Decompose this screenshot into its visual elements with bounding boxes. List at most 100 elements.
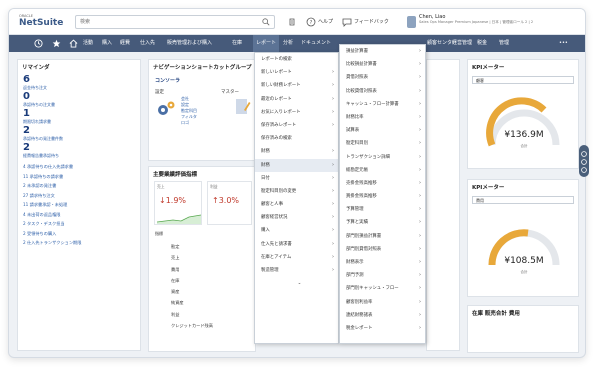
- help-icon[interactable]: ?: [306, 17, 316, 27]
- kpi-row[interactable]: 純資産: [171, 297, 213, 308]
- menu-item[interactable]: 財務 ›: [255, 145, 338, 158]
- home-icon[interactable]: [68, 38, 79, 49]
- reminder-link[interactable]: 11 請求書承認・未処理: [18, 200, 140, 210]
- submenu-item[interactable]: 売掛金残高推移 ›: [340, 177, 425, 190]
- submenu-item[interactable]: 部門予測 ›: [340, 269, 425, 282]
- submenu-item[interactable]: 連結財務諸表 ›: [340, 309, 425, 322]
- menu-item[interactable]: 仕入先と請求書 ›: [255, 238, 338, 251]
- menu-item[interactable]: 最近のレポート ›: [255, 93, 338, 106]
- submenu-item[interactable]: 部門別貸借対照表 ›: [340, 243, 425, 256]
- nav-purchases[interactable]: 購入: [102, 35, 112, 52]
- kpi-card-sales[interactable]: 売上 ↓1.9%: [154, 181, 202, 225]
- chevron-right-icon: ›: [332, 161, 334, 168]
- search-icon[interactable]: [262, 18, 270, 26]
- menu-item[interactable]: お気に入りレポート ›: [255, 106, 338, 119]
- submenu-item[interactable]: 勘定科目別 ›: [340, 137, 425, 150]
- menu-item[interactable]: 保存済みレポート ›: [255, 119, 338, 132]
- submenu-item[interactable]: 貸借対照表 ›: [340, 71, 425, 84]
- submenu-item[interactable]: 部門別キャッシュ・フロー ›: [340, 282, 425, 295]
- reminder-link[interactable]: 11 承認待ちの請求書: [18, 172, 140, 182]
- nav-inventory[interactable]: 在庫: [232, 35, 242, 52]
- reminder-link[interactable]: 4 未出荷の返品権限: [18, 210, 140, 220]
- favorites-star-icon[interactable]: [51, 38, 62, 49]
- nav-expenses[interactable]: 経費: [120, 35, 130, 52]
- menu-item[interactable]: 顧客経営状況 ›: [255, 211, 338, 224]
- gauge-chart: [486, 97, 560, 147]
- user-avatar[interactable]: [407, 16, 416, 28]
- kpi-row[interactable]: 利益: [171, 309, 213, 320]
- kpi-row[interactable]: 費用: [171, 264, 213, 275]
- submenu-item[interactable]: 予算と実績 ›: [340, 216, 425, 229]
- search-input[interactable]: [76, 16, 251, 28]
- reminder-item[interactable]: 6 返金待ち注文: [18, 74, 140, 91]
- nav-activities[interactable]: 活動: [83, 35, 93, 52]
- shortcut-link[interactable]: ロゴ: [181, 120, 197, 126]
- submenu-item[interactable]: 財務比率 ›: [340, 111, 425, 124]
- nav-sales-purchase[interactable]: 販売管理および購入: [167, 35, 212, 52]
- kpi-meter-select[interactable]: 顧客: [472, 76, 574, 84]
- kpi-row[interactable]: 在庫: [171, 275, 213, 286]
- menu-item[interactable]: 在庫とアイテム ›: [255, 251, 338, 264]
- submenu-item[interactable]: トランザクション詳細 ›: [340, 151, 425, 164]
- submenu-item[interactable]: 比較貸借対照表 ›: [340, 85, 425, 98]
- submenu-item[interactable]: 買掛金残高推移 ›: [340, 190, 425, 203]
- chevron-down-icon[interactable]: ⌄: [255, 277, 338, 290]
- menu-item[interactable]: 保存済みの検索: [255, 132, 338, 145]
- nav-documents[interactable]: ドキュメント: [301, 35, 331, 52]
- nav-analytics[interactable]: 分析: [283, 35, 293, 52]
- submenu-item[interactable]: 予算管理 ›: [340, 203, 425, 216]
- reminder-link[interactable]: 2 仕入先トランザクション期限: [18, 238, 140, 248]
- nav-management[interactable]: 経営管理: [452, 35, 472, 52]
- menu-item[interactable]: 購入 ›: [255, 224, 338, 237]
- submenu-item[interactable]: 比較損益計算書 ›: [340, 58, 425, 71]
- side-tools-icon[interactable]: [579, 145, 589, 177]
- submenu-item[interactable]: 部門別損益計算書 ›: [340, 230, 425, 243]
- reminder-link[interactable]: 27 請求待ち注文: [18, 191, 140, 201]
- reminder-item[interactable]: 1 期限切れ請求書: [18, 108, 140, 125]
- submenu-item[interactable]: 試算表 ›: [340, 124, 425, 137]
- menu-item[interactable]: 製造管理 ›: [255, 264, 338, 277]
- reminder-item[interactable]: 2 経費報告書承認待ち: [18, 142, 140, 159]
- reminder-link[interactable]: 2 未承認の発注書: [18, 181, 140, 191]
- menu-item[interactable]: 勘定科目別の変更 ›: [255, 185, 338, 198]
- history-icon[interactable]: [33, 38, 44, 49]
- reminder-item[interactable]: 0 承認待ちの注文書: [18, 91, 140, 108]
- reminder-link[interactable]: 4 承認待ちの仕入先請求書: [18, 162, 140, 172]
- menu-item[interactable]: 新しい財務レポート ›: [255, 79, 338, 92]
- svg-text:?: ?: [310, 20, 313, 26]
- kpi-row[interactable]: 勘定: [171, 241, 213, 252]
- kpi-row[interactable]: クレジットカード残高: [171, 320, 213, 331]
- kpi-row[interactable]: 売上: [171, 252, 213, 263]
- chevron-right-icon: ›: [332, 121, 334, 128]
- reminder-link[interactable]: 2 タスク・デスク担当: [18, 219, 140, 229]
- side-toolbar[interactable]: [579, 145, 589, 177]
- nav-vendors[interactable]: 仕入先: [140, 35, 155, 52]
- netsuite-logo[interactable]: ORACLE NetSuite: [19, 14, 71, 30]
- feedback-icon[interactable]: [342, 17, 352, 27]
- submenu-item[interactable]: 顧客別利益率 ›: [340, 296, 425, 309]
- reminder-link[interactable]: 2 受領待ちの購入: [18, 229, 140, 239]
- reminder-item[interactable]: 2 承認待ちの発注書件数: [18, 125, 140, 142]
- menu-item[interactable]: 日付 ›: [255, 172, 338, 185]
- nav-admin[interactable]: 管理: [499, 35, 509, 52]
- submenu-item[interactable]: 総勘定元帳 ›: [340, 164, 425, 177]
- nav-more[interactable]: •••: [559, 35, 568, 52]
- global-search[interactable]: [75, 15, 275, 29]
- menu-item[interactable]: レポートの検索: [255, 53, 338, 66]
- menu-item[interactable]: 新しいレポート ›: [255, 66, 338, 79]
- submenu-item[interactable]: 損益計算書 ›: [340, 45, 425, 58]
- menu-item-financial-active[interactable]: 財務 ›: [255, 158, 338, 172]
- kpi-meter-select[interactable]: 費用: [472, 196, 574, 204]
- kpi-row[interactable]: 資産: [171, 286, 213, 297]
- menu-item[interactable]: 顧客と人事 ›: [255, 198, 338, 211]
- kpi-card-profit[interactable]: 利益 ↑3.0%: [207, 181, 252, 225]
- submenu-item[interactable]: キャッシュ・フロー計算書 ›: [340, 98, 425, 111]
- feedback-link[interactable]: フィードバック: [354, 18, 389, 25]
- nav-reports[interactable]: レポート: [253, 35, 280, 52]
- submenu-item[interactable]: 税金レポート ›: [340, 322, 425, 335]
- help-link[interactable]: ヘルプ: [318, 18, 333, 25]
- user-menu[interactable]: Chen, Liao Sales Ops Manager Premium Jap…: [419, 14, 579, 25]
- submenu-item[interactable]: 財務表示 ›: [340, 256, 425, 269]
- nav-tax[interactable]: 税金: [477, 35, 487, 52]
- recent-records-icon[interactable]: [287, 17, 297, 27]
